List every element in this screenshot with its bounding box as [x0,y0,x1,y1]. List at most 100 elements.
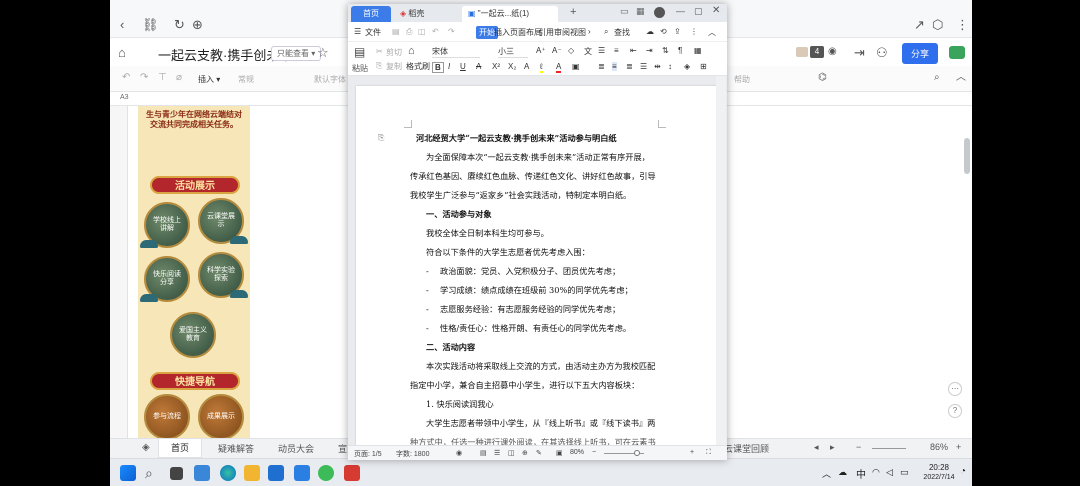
clear-icon[interactable]: ⌀ [176,73,182,83]
doc-paragraph-line[interactable]: 本次实践活动将采取线上交流的方式，由活动主办方为我校匹配 [426,362,655,370]
clear-format-icon[interactable]: ◇ [568,46,574,55]
minimize-icon[interactable]: — [676,6,685,16]
numbered-list-icon[interactable]: ≡ [614,46,619,55]
outline-view-icon[interactable]: ☰ [494,449,500,457]
cut-label[interactable]: 剪切 [386,47,402,58]
distribute-icon[interactable]: ⇹ [654,62,661,71]
normal-style[interactable]: 常规 [238,74,254,85]
menu-view[interactable]: 视图 [570,27,586,38]
menu-more-icon[interactable]: › [588,27,591,36]
paste-icon[interactable]: ▤ [354,45,365,59]
font-size-select[interactable]: 小三 [498,46,528,58]
search-icon[interactable]: ⌕ [145,466,153,480]
app-icon[interactable] [949,46,965,59]
text-effect-icon[interactable]: A [524,62,529,71]
wechat-icon[interactable] [318,465,334,481]
help-circle-icon[interactable]: ? [948,404,962,418]
subscript-button[interactable]: X₂ [508,62,516,71]
font-name-select[interactable]: 宋体 [432,46,480,58]
fullscreen-icon[interactable]: ⛶ [706,449,711,457]
wps-icon[interactable] [344,465,360,481]
sheet-tab-faq[interactable]: 疑难解答 [218,442,254,455]
font-grow-icon[interactable]: A⁺ [536,46,546,55]
doc-bullet-item[interactable]: 志愿服务经验：有志愿服务经验的同学优先考虑； [440,305,620,313]
sheet-tab-review[interactable]: 云课堂回顾 [724,442,769,455]
justify-icon[interactable]: ☰ [640,62,647,71]
tab-home[interactable]: 首页 [351,6,391,22]
wifi-icon[interactable]: ◠ [872,467,880,478]
zoom-out-icon[interactable]: − [856,442,861,452]
menu-icon[interactable]: ☰ [354,27,361,36]
align-center-icon[interactable]: ≡ [612,62,617,71]
document-page[interactable]: ⎘ 河北经贸大学“一起云支教·携手创未来”活动参与明白纸 为全面保障本次“一起云… [356,86,716,456]
zoom-slider[interactable] [872,448,906,449]
poster-circle-7[interactable]: 成果展示 [198,394,244,438]
sort-icon[interactable]: ⇅ [662,46,669,55]
home-icon[interactable]: ⌂ [118,46,126,59]
doc-paragraph-line[interactable]: 我校学生广泛参与“返家乡”社会实践活动，特制定本明白纸。 [410,191,631,199]
undo-icon[interactable]: ↶ [432,27,439,36]
zoom-in-icon[interactable]: + [690,449,694,456]
vertical-scrollbar[interactable] [964,110,970,440]
doc-bullet-item[interactable]: 性格/责任心：性格开朗、有责任心的同学优先考虑。 [440,324,631,332]
highlight-icon[interactable]: ℓ [540,62,543,73]
redo-icon[interactable]: ↷ [448,27,455,36]
more-circle-icon[interactable]: ⋯ [948,382,962,396]
copy-icon[interactable]: ⎘ [376,61,382,71]
save-icon[interactable]: ▤ [392,27,400,36]
sheet-tab-4[interactable]: 宣 [338,442,347,455]
explorer-icon[interactable] [244,465,260,481]
tab-document[interactable]: ▣ "一起云...纸(1) [462,6,558,22]
zoom-out-icon[interactable]: − [592,449,596,456]
doc-paragraph-line[interactable]: 传承红色基因、赓续红色血脉、传递红色文化、讲好红色故事，引导 [410,172,656,180]
next-sheet-icon[interactable]: ▸ [830,442,835,453]
more-icon[interactable]: ⋮ [956,18,969,31]
word-count[interactable]: 字数: 1800 [396,449,429,459]
cell-ref[interactable]: A3 [120,94,129,101]
page-view-icon[interactable]: ▤ [480,449,487,457]
back-icon[interactable]: ‹ [120,18,124,31]
start-icon[interactable] [120,465,136,481]
document-canvas[interactable]: ⎘ 河北经贸大学“一起云支教·携手创未来”活动参与明白纸 为全面保障本次“一起云… [348,76,727,456]
doc-paragraph-line[interactable]: 为全面保障本次“一起云支教·携手创未来”活动正常有序开展， [426,153,650,161]
underline-button[interactable]: U [460,62,466,71]
share-button[interactable]: 分享 [902,43,939,64]
sheet-tab-rally[interactable]: 动员大会 [278,442,314,455]
search-icon[interactable]: ⌕ [934,73,940,83]
zoom-slider-thumb[interactable] [634,450,640,456]
indent-increase-icon[interactable]: ⇥ [646,46,653,55]
eye-icon[interactable]: ◉ [456,449,462,457]
scrollbar-thumb[interactable] [964,138,970,174]
line-spacing-icon[interactable]: ↕ [668,62,672,71]
clock-time[interactable]: 20:28 [916,463,962,472]
menu-reference[interactable]: 引用 [538,27,554,38]
menu-review[interactable]: 审阅 [554,27,570,38]
doc-paragraph-line[interactable]: 指定中小学，兼合自主招募中小学生，进行以下五大内容板块： [410,381,639,389]
format-painter-icon[interactable]: ⌂ [408,45,415,57]
mail-icon[interactable] [268,465,284,481]
layers-icon[interactable]: ◈ [142,443,150,453]
web-view-icon[interactable]: ⊕ [522,449,528,457]
prev-sheet-icon[interactable]: ◂ [814,442,819,453]
indent-decrease-icon[interactable]: ⇤ [630,46,637,55]
sync-icon[interactable]: ⟲ [660,27,667,36]
user-avatar[interactable] [654,7,665,18]
window-grid-icon[interactable]: ▦ [636,6,645,17]
strikethrough-button[interactable]: A [476,62,481,71]
preview-icon[interactable]: ◫ [418,27,426,36]
table-icon[interactable]: ▦ [694,46,702,55]
fit-icon[interactable]: ▣ [556,449,563,457]
search-icon[interactable]: ⌕ [604,27,608,37]
show-marks-icon[interactable]: ¶ [678,46,682,55]
bullet-list-icon[interactable]: ☰ [598,46,605,55]
copy-label[interactable]: 复制 [386,61,402,72]
redo-icon[interactable]: ↷ [140,73,148,83]
font-select[interactable]: 默认字体 [314,74,346,85]
chevron-up-icon[interactable]: ︿ [956,73,966,83]
maximize-icon[interactable]: ▢ [694,6,703,17]
clock-date[interactable]: 2022/7/14 [916,474,962,481]
share-icon[interactable]: ⇪ [674,27,681,36]
paragraph-handle-icon[interactable]: ⎘ [378,133,384,143]
app-blue-icon[interactable] [294,465,310,481]
widgets-icon[interactable] [194,465,210,481]
